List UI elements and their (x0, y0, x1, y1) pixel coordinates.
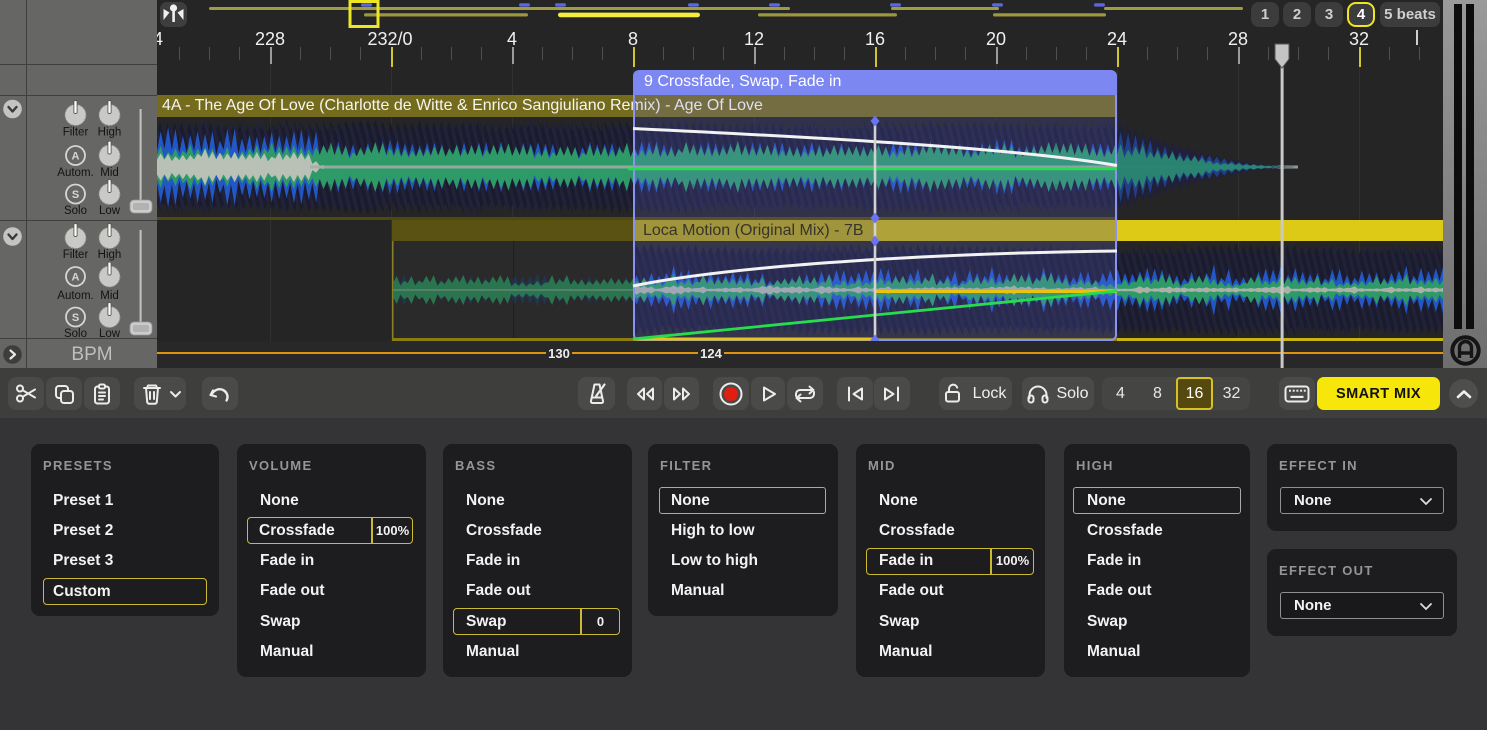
svg-text:Low: Low (99, 328, 121, 340)
svg-text:Autom.: Autom. (57, 290, 93, 302)
svg-text:S: S (72, 312, 79, 324)
svg-text:S: S (72, 189, 79, 201)
svg-text:Solo: Solo (64, 205, 87, 217)
svg-text:Filter: Filter (63, 249, 89, 261)
svg-text:High: High (98, 249, 122, 261)
svg-text:Filter: Filter (63, 127, 89, 139)
svg-text:Mid: Mid (100, 290, 119, 302)
svg-text:Mid: Mid (100, 167, 119, 179)
svg-text:High: High (98, 127, 122, 139)
svg-text:Solo: Solo (64, 328, 87, 340)
svg-text:Autom.: Autom. (57, 167, 93, 179)
svg-text:A: A (72, 151, 80, 163)
svg-text:Low: Low (99, 205, 121, 217)
svg-text:A: A (72, 272, 80, 284)
